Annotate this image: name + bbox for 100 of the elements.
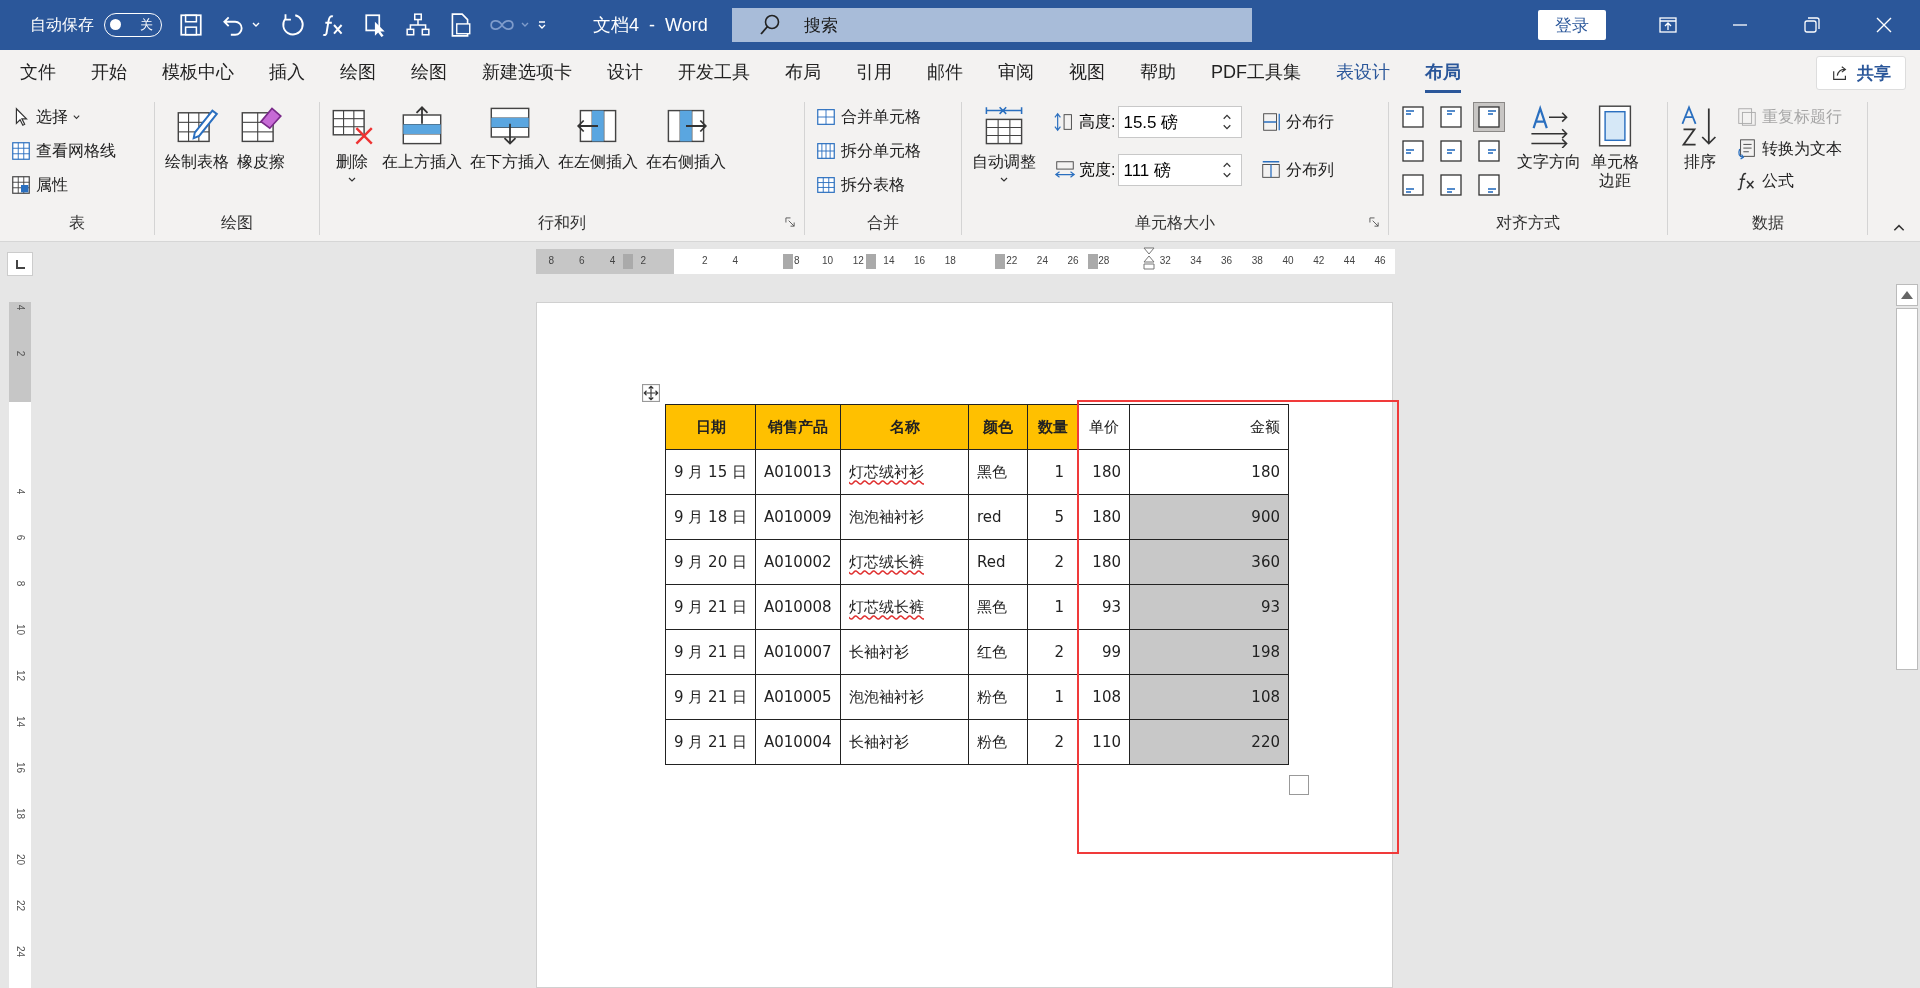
ribbon-tab[interactable]: 布局	[1425, 53, 1461, 93]
ribbon-tab[interactable]: 视图	[1069, 53, 1105, 93]
ribbon-tab[interactable]: 表设计	[1336, 53, 1390, 93]
ruler-number: 4	[731, 255, 740, 266]
scroll-thumb[interactable]	[1895, 308, 1918, 670]
ruler-number: 6	[578, 255, 586, 266]
ribbon-tab[interactable]: 文件	[20, 53, 56, 93]
ruler-number: 4	[14, 303, 26, 313]
ribbon-tab[interactable]: 插入	[269, 53, 305, 93]
grid-icon	[10, 140, 32, 162]
ruler-number: 24	[1036, 255, 1049, 266]
size-spinner[interactable]: 15.5 磅	[1118, 106, 1243, 138]
alignment-icon	[1477, 139, 1501, 163]
login-button[interactable]: 登录	[1537, 10, 1606, 40]
ruler-number: 46	[1374, 255, 1387, 266]
table-cell: 180	[1078, 539, 1130, 585]
autosave-label: 自动保存	[30, 14, 94, 35]
table-cell: 灯芯绒长裤	[840, 584, 969, 630]
ribbon-button[interactable]: 绘制表格	[163, 102, 231, 211]
tab-selector[interactable]	[7, 252, 33, 276]
group-label: 对齐方式	[1496, 212, 1560, 233]
ribbon-tab[interactable]: 绘图	[411, 53, 447, 93]
table-cell: 360	[1129, 539, 1289, 585]
table-cell: 110	[1078, 719, 1130, 765]
ribbon-button[interactable]: 自动调整	[970, 102, 1038, 198]
ribbon-tab[interactable]: 开发工具	[678, 53, 750, 93]
search-field[interactable]: 搜索	[731, 8, 1252, 42]
dialog-launcher-icon[interactable]	[1369, 217, 1380, 228]
save-icon[interactable]	[178, 12, 204, 38]
alignment-icon	[1477, 173, 1501, 197]
ribbon-button[interactable]: 选择	[8, 102, 118, 132]
ribbon-tab[interactable]: 模板中心	[162, 53, 234, 93]
ribbon-tab[interactable]: PDF工具集	[1211, 53, 1301, 93]
column-marker[interactable]	[783, 254, 793, 269]
column-marker[interactable]	[866, 254, 876, 269]
ribbon-button[interactable]: 属性	[8, 170, 118, 200]
ribbon-tab[interactable]: 绘图	[340, 53, 376, 93]
ribbon-button[interactable]: 在下方插入	[468, 102, 552, 211]
ribbon-button[interactable]: 橡皮擦	[235, 102, 287, 211]
ribbon-tab[interactable]: 帮助	[1140, 53, 1176, 93]
ribbon-button[interactable]: 公式	[1734, 166, 1844, 196]
ribbon-button[interactable]: 在右侧插入	[644, 102, 728, 211]
scroll-up-icon[interactable]	[1895, 284, 1918, 306]
hierarchy-icon[interactable]	[405, 12, 431, 38]
ruler-number: 4	[608, 255, 617, 266]
table-cell: 198	[1129, 629, 1289, 675]
ribbon-button[interactable]: 分布列	[1258, 150, 1337, 190]
ribbon-button[interactable]: 在左侧插入	[556, 102, 640, 211]
group-label: 行和列	[538, 212, 586, 233]
ribbon-tab[interactable]: 新建选项卡	[482, 53, 572, 93]
ribbon-button[interactable]: 合并单元格	[813, 102, 923, 132]
group-label: 绘图	[221, 212, 253, 233]
table-cell: A010002	[755, 539, 841, 585]
ribbon-tab[interactable]: 引用	[856, 53, 892, 93]
size-spinner[interactable]: 111 磅	[1118, 154, 1243, 186]
ribbon-tab[interactable]: 审阅	[998, 53, 1034, 93]
ribbon-button[interactable]: 单元格边距	[1587, 102, 1643, 193]
ribbon-button[interactable]: 分布行	[1258, 102, 1337, 142]
ribbon-tab[interactable]: 开始	[91, 53, 127, 93]
ribbon-button[interactable]: 删除	[328, 102, 376, 211]
table-cell: 9 月 21 日	[665, 629, 756, 675]
ribbon-button[interactable]: 拆分单元格	[813, 136, 923, 166]
table-cell: 900	[1129, 494, 1289, 540]
alignment-icon	[1477, 105, 1501, 129]
table-move-handle[interactable]	[642, 384, 660, 402]
dialog-launcher-icon[interactable]	[785, 217, 796, 228]
column-marker[interactable]	[995, 254, 1005, 269]
ribbon-button[interactable]: 排序	[1676, 102, 1724, 198]
ruler-number: 42	[1312, 255, 1325, 266]
ribbon-button[interactable]: 查看网格线	[8, 136, 118, 166]
ruler-number: 26	[1067, 255, 1080, 266]
restore-icon[interactable]	[1801, 15, 1822, 35]
ribbon-display-icon[interactable]	[1657, 15, 1678, 35]
ribbon-tab[interactable]: 布局	[785, 53, 821, 93]
ribbon-button[interactable]: 转换为文本	[1734, 134, 1844, 164]
ribbon-button[interactable]: 拆分表格	[813, 170, 923, 200]
table-cell: 93	[1129, 584, 1289, 630]
column-header: 名称	[840, 404, 969, 450]
table-cell: 灯芯绒衬衫	[840, 449, 969, 495]
table-cell: 红色	[968, 629, 1028, 675]
ribbon-button[interactable]: 在上方插入	[380, 102, 464, 211]
table-cell: 泡泡袖衬衫	[840, 494, 969, 540]
table-cell: 180	[1078, 449, 1130, 495]
alignment-icon	[1439, 105, 1463, 129]
alignment-icon	[1401, 139, 1425, 163]
align-button[interactable]	[1473, 102, 1505, 132]
distribute-columns-icon	[1260, 159, 1283, 181]
ribbon-tab[interactable]: 邮件	[927, 53, 963, 93]
ruler-number: 34	[1189, 255, 1202, 266]
ribbon-button[interactable]: 文字方向	[1515, 102, 1583, 174]
share-button[interactable]: 共享	[1816, 56, 1906, 90]
redo-icon[interactable]	[279, 12, 305, 38]
column-marker[interactable]	[1088, 254, 1098, 269]
column-marker[interactable]	[623, 254, 633, 269]
ribbon-tab[interactable]: 设计	[607, 53, 643, 93]
ruler-number: 40	[1282, 255, 1294, 266]
table-resize-handle[interactable]	[1289, 775, 1309, 795]
alignment-icon	[1401, 105, 1425, 129]
table-cell: 黑色	[968, 449, 1028, 495]
group-label: 合并	[867, 212, 899, 233]
